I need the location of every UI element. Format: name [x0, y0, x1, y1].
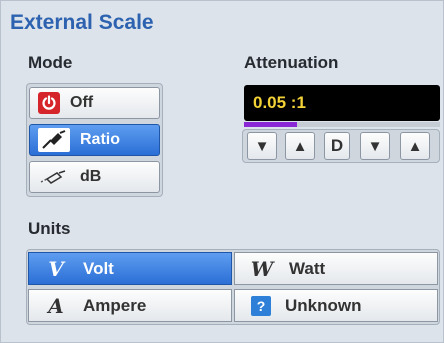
units-label: Units — [28, 219, 71, 238]
coarse-up-button[interactable]: ▲ — [285, 132, 315, 160]
mode-db-label: dB — [80, 168, 102, 185]
mode-off-button[interactable]: Off — [29, 87, 160, 119]
mode-ratio-label: Ratio — [80, 131, 120, 148]
fine-down-button[interactable]: ▼ — [360, 132, 390, 160]
panel-title: External Scale — [10, 11, 154, 34]
attenuation-label: Attenuation — [244, 53, 339, 72]
unit-volt-button[interactable]: V Volt — [28, 252, 232, 285]
unit-ampere-label: Ampere — [83, 295, 147, 315]
mode-off-label: Off — [70, 94, 94, 111]
arrow-down-icon: ▼ — [367, 137, 383, 155]
default-button[interactable]: D — [324, 132, 350, 160]
unit-unknown-label: Unknown — [285, 295, 362, 315]
unit-ampere-button[interactable]: A Ampere — [28, 289, 232, 322]
coarse-down-button[interactable]: ▼ — [247, 132, 277, 160]
watt-icon: W — [250, 256, 274, 281]
mode-db-button[interactable]: dB — [29, 161, 160, 193]
arrow-down-icon: ▼ — [254, 137, 270, 155]
mode-ratio-button[interactable]: Ratio — [29, 124, 160, 156]
external-scale-panel: External Scale Mode Off Ratio dB Attenua… — [0, 0, 444, 343]
ampere-icon: A — [48, 293, 64, 318]
arrow-up-icon: ▲ — [407, 137, 423, 155]
attenuation-level-bar — [244, 122, 440, 127]
unit-watt-button[interactable]: W Watt — [234, 252, 438, 285]
mode-label: Mode — [28, 53, 73, 72]
attenuation-value-display[interactable]: 0.05 :1 — [244, 85, 440, 121]
power-icon — [38, 92, 60, 114]
default-label: D — [330, 136, 344, 155]
unit-unknown-button[interactable]: ? Unknown — [234, 289, 438, 322]
unit-watt-label: Watt — [289, 258, 326, 278]
fine-up-button[interactable]: ▲ — [400, 132, 430, 160]
attenuation-value: 0.05 :1 — [253, 93, 306, 112]
probe-icon — [38, 128, 70, 152]
question-icon: ? — [251, 295, 271, 316]
arrow-up-icon: ▲ — [292, 137, 308, 155]
attenuation-level-fill — [244, 122, 297, 127]
probe-outline-icon — [38, 165, 70, 189]
unit-volt-label: Volt — [83, 258, 114, 278]
volt-icon: V — [48, 256, 64, 281]
